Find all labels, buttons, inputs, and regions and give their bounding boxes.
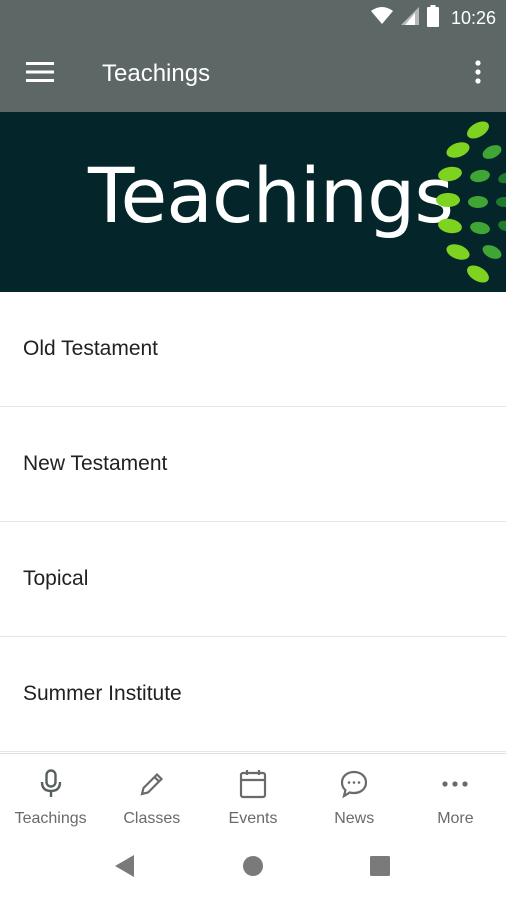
more-horiz-icon (439, 768, 471, 800)
menu-button[interactable] (18, 56, 62, 92)
tab-news[interactable]: News (304, 754, 405, 835)
tab-label: News (334, 810, 375, 827)
list-item-topical[interactable]: Topical (0, 522, 506, 637)
list-item-new-testament[interactable]: New Testament (0, 407, 506, 522)
system-navigation-bar (0, 835, 506, 900)
recents-button[interactable] (365, 853, 395, 883)
page-title: Teachings (102, 60, 211, 87)
tab-classes[interactable]: Classes (101, 754, 202, 835)
tab-events[interactable]: Events (202, 754, 303, 835)
tab-label: More (437, 810, 474, 827)
list-item-old-testament[interactable]: Old Testament (0, 292, 506, 407)
back-button[interactable] (110, 853, 140, 883)
tab-label: Teachings (14, 810, 87, 827)
list-item-label: Old Testament (23, 337, 159, 360)
header-banner: Teachings (0, 112, 506, 292)
calendar-icon (237, 768, 269, 800)
more-vert-icon (475, 59, 481, 89)
back-icon (114, 854, 136, 883)
tab-teachings[interactable]: Teachings (0, 754, 101, 835)
tab-more[interactable]: More (405, 754, 506, 835)
app-bar: Teachings (0, 36, 506, 112)
recents-icon (369, 855, 391, 882)
home-icon (242, 855, 264, 882)
signal-icon (400, 6, 419, 30)
banner-title: Teachings (88, 151, 454, 240)
status-icons: 10:26 (370, 0, 496, 36)
list-item-label: Summer Institute (23, 682, 182, 705)
microphone-icon (35, 768, 67, 800)
chat-bubble-icon (338, 768, 370, 800)
status-bar: 10:26 (0, 0, 506, 36)
battery-icon (426, 4, 439, 32)
hamburger-menu-icon (26, 61, 54, 87)
teachings-category-list: Old Testament New Testament Topical Summ… (0, 292, 506, 752)
tab-label: Events (228, 810, 278, 827)
status-time: 10:26 (450, 7, 496, 28)
list-item-label: Topical (23, 567, 89, 590)
pencil-icon (136, 768, 168, 800)
bottom-navigation: Teachings Classes Events News More (0, 753, 506, 835)
leaf-logo-graphic (436, 121, 506, 283)
list-item-label: New Testament (23, 452, 168, 475)
tab-label: Classes (123, 810, 181, 827)
overflow-menu-button[interactable] (464, 56, 492, 92)
home-button[interactable] (238, 853, 268, 883)
wifi-icon (370, 6, 393, 30)
list-item-summer-institute[interactable]: Summer Institute (0, 637, 506, 752)
